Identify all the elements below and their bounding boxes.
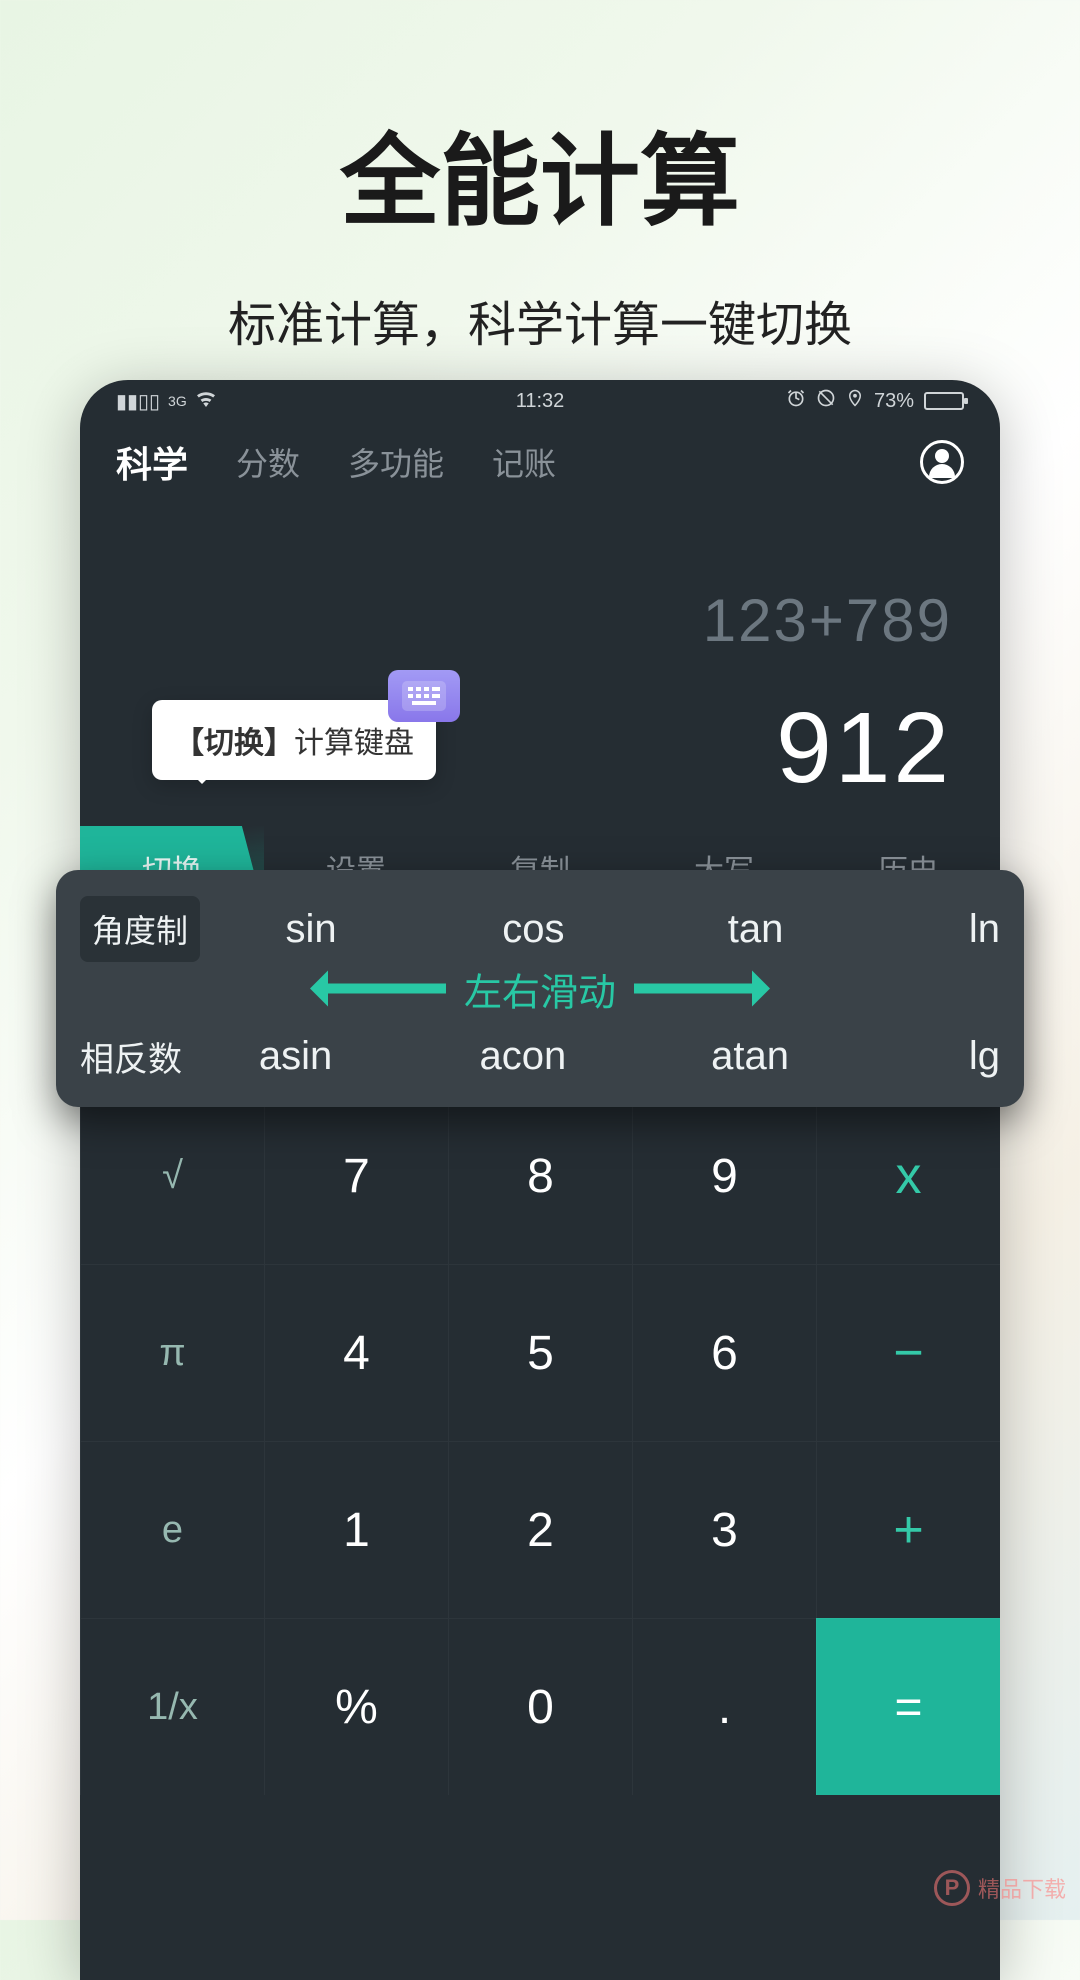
status-time: 11:32 <box>516 390 565 413</box>
tab-multi[interactable]: 多功能 <box>348 439 444 485</box>
sci-angle-mode[interactable]: 角度制 <box>80 896 200 962</box>
key-e[interactable]: e <box>80 1441 264 1618</box>
sci-sin[interactable]: sin <box>200 907 422 952</box>
tooltip-tag: 【切换】 <box>174 718 294 762</box>
key-8[interactable]: 8 <box>448 1087 632 1264</box>
key-dot[interactable]: . <box>632 1618 816 1795</box>
key-pi[interactable]: π <box>80 1264 264 1441</box>
watermark: P 精品下载 <box>934 1870 1066 1906</box>
key-4[interactable]: 4 <box>264 1264 448 1441</box>
sci-acon[interactable]: acon <box>409 1034 636 1079</box>
battery-percent: 73% <box>874 390 914 413</box>
status-bar: ▮▮▯▯ 3G 11:32 73% <box>80 380 1000 422</box>
swipe-hint: 左右滑动 <box>316 961 764 1016</box>
phone-frame: ▮▮▯▯ 3G 11:32 73% 科学 分数 多功能 记账 1 <box>80 380 1000 1980</box>
profile-icon[interactable] <box>920 440 964 484</box>
location-icon <box>846 388 864 414</box>
key-0[interactable]: 0 <box>448 1618 632 1795</box>
sci-ln[interactable]: ln <box>867 907 1000 952</box>
key-3[interactable]: 3 <box>632 1441 816 1618</box>
key-7[interactable]: 7 <box>264 1087 448 1264</box>
tab-fraction[interactable]: 分数 <box>236 439 300 485</box>
status-right: 73% <box>786 388 964 414</box>
scientific-overlay[interactable]: 角度制 sin cos tan ln 左右滑动 相反数 asin acon at… <box>56 870 1024 1107</box>
swipe-hint-text: 左右滑动 <box>464 961 616 1016</box>
battery-icon <box>924 392 964 410</box>
status-left: ▮▮▯▯ 3G <box>116 389 217 414</box>
sci-row-2: 相反数 asin acon atan lg <box>80 1032 1000 1081</box>
key-6[interactable]: 6 <box>632 1264 816 1441</box>
key-inverse[interactable]: 1/x <box>80 1618 264 1795</box>
key-2[interactable]: 2 <box>448 1441 632 1618</box>
sci-lg[interactable]: lg <box>864 1034 1000 1079</box>
expression-text: 123+789 <box>128 586 952 655</box>
watermark-icon: P <box>934 1870 970 1906</box>
sci-asin[interactable]: asin <box>182 1034 409 1079</box>
sci-row-1: 角度制 sin cos tan ln <box>80 896 1000 962</box>
signal-icon: ▮▮▯▯ <box>116 389 160 414</box>
mode-tabs: 科学 分数 多功能 记账 <box>80 422 1000 496</box>
alarm-icon <box>786 388 806 414</box>
watermark-text: 精品下载 <box>978 1872 1066 1904</box>
key-9[interactable]: 9 <box>632 1087 816 1264</box>
key-percent[interactable]: % <box>264 1618 448 1795</box>
key-sqrt[interactable]: √ <box>80 1087 264 1264</box>
key-equals[interactable]: = <box>816 1618 1000 1795</box>
key-5[interactable]: 5 <box>448 1264 632 1441</box>
sci-atan[interactable]: atan <box>636 1034 863 1079</box>
key-1[interactable]: 1 <box>264 1441 448 1618</box>
sci-cos[interactable]: cos <box>422 907 644 952</box>
arrow-right-icon <box>634 984 764 994</box>
sci-opposite[interactable]: 相反数 <box>80 1032 182 1081</box>
network-icon: 3G <box>168 393 187 409</box>
key-multiply[interactable]: x <box>816 1087 1000 1264</box>
wifi-icon <box>195 389 217 413</box>
key-minus[interactable]: − <box>816 1264 1000 1441</box>
keyboard-icon <box>388 670 460 722</box>
key-plus[interactable]: + <box>816 1441 1000 1618</box>
tab-science[interactable]: 科学 <box>116 436 188 488</box>
sci-tan[interactable]: tan <box>644 907 866 952</box>
tab-ledger[interactable]: 记账 <box>492 439 556 485</box>
promo-subtitle: 标准计算，科学计算一键切换 <box>0 285 1080 355</box>
arrow-left-icon <box>316 984 446 994</box>
switch-tooltip: 【切换】 计算键盘 <box>152 700 436 780</box>
tooltip-text: 计算键盘 <box>294 718 414 762</box>
promo-title: 全能计算 <box>0 0 1080 245</box>
alarm-off-icon <box>816 388 836 414</box>
